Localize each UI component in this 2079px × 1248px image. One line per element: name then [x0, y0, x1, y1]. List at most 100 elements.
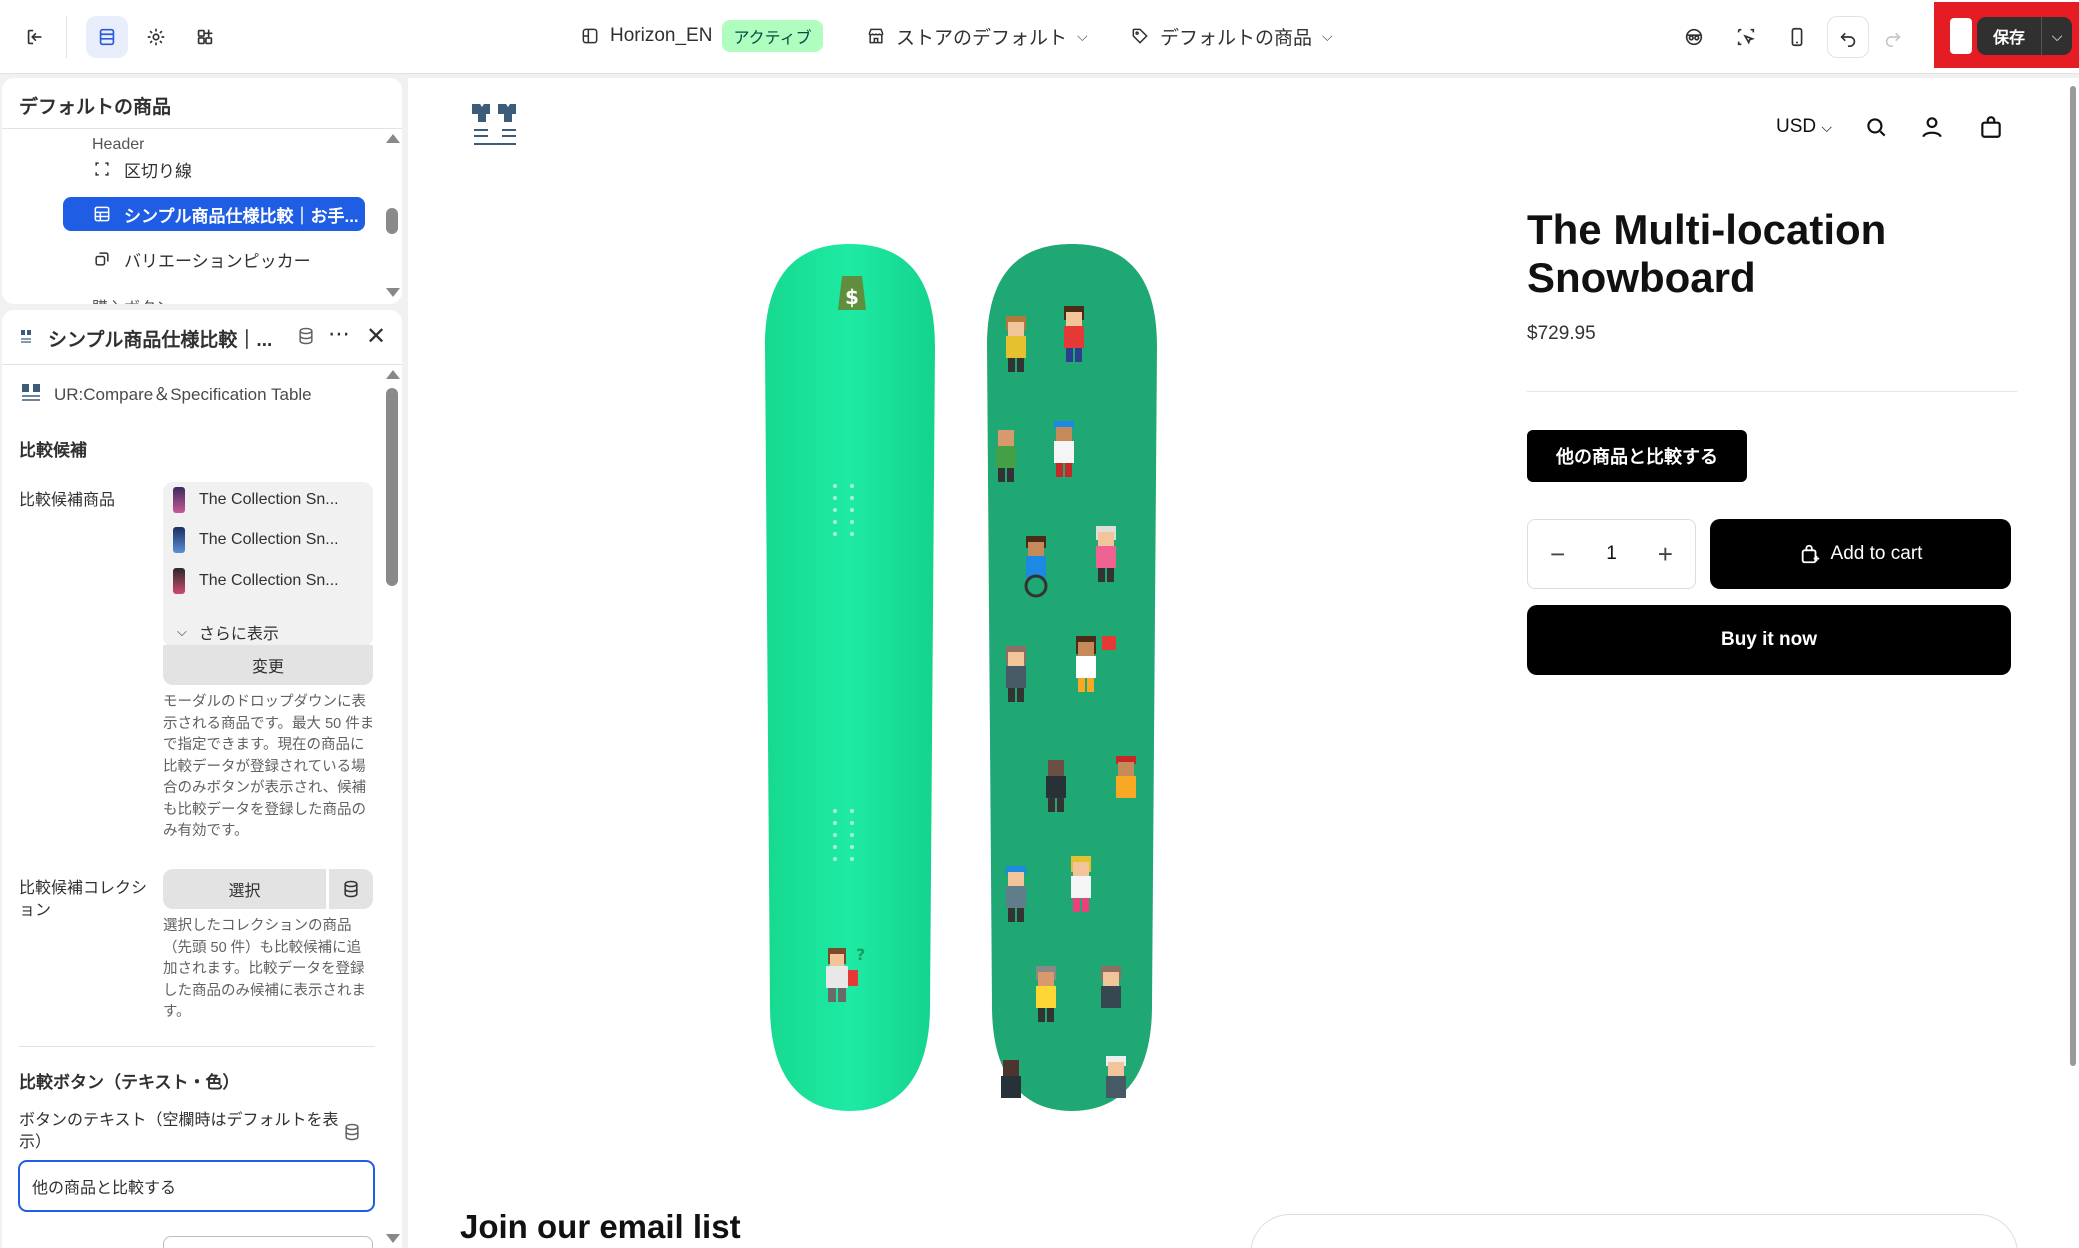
divider: [19, 1046, 375, 1047]
minus-icon[interactable]: −: [1550, 539, 1565, 570]
chevron-down-icon[interactable]: ⌵: [2042, 28, 2072, 45]
scroll-down-icon[interactable]: [386, 1234, 400, 1243]
database-icon[interactable]: [342, 1122, 362, 1142]
scrollbar-thumb[interactable]: [2070, 86, 2076, 1066]
divider: [1527, 391, 2017, 392]
tree-item-cut-bottom[interactable]: 購入ボタン: [92, 294, 172, 304]
add-to-cart-label: Add to cart: [1830, 543, 1923, 564]
product-name: The Collection Sn...: [199, 491, 339, 508]
search-icon[interactable]: [1863, 114, 1889, 140]
buy-now-button[interactable]: Buy it now: [1527, 605, 2011, 675]
preview-inspect-icon[interactable]: [1673, 16, 1715, 58]
tree-item-label: 区切り線: [124, 161, 192, 181]
theme-name: Horizon_EN: [610, 25, 713, 46]
panel-title: シンプル商品仕様比較｜...: [48, 330, 273, 351]
next-field[interactable]: [163, 1236, 373, 1248]
select-element-icon[interactable]: [1725, 16, 1767, 58]
store-logo[interactable]: [468, 100, 522, 154]
currency-selector[interactable]: USD ⌵: [1776, 116, 1832, 138]
close-icon[interactable]: ✕: [366, 322, 386, 351]
svg-text:$: $: [845, 285, 859, 309]
svg-text:?: ?: [856, 945, 865, 964]
database-icon: [344, 880, 358, 898]
app-block-icon: [21, 330, 31, 343]
product-price: $729.95: [1527, 323, 1596, 344]
tree-item-cut-top[interactable]: Header: [92, 136, 144, 150]
sections-icon[interactable]: [86, 16, 128, 58]
collection-source-button[interactable]: [329, 869, 373, 909]
show-more-button[interactable]: ⌵ さらに表示: [177, 620, 279, 644]
cart-icon[interactable]: [1978, 114, 2004, 140]
product-image-board-back[interactable]: [982, 236, 1162, 1116]
undo-icon[interactable]: [1827, 16, 1869, 58]
variant-icon: [95, 252, 109, 266]
scrollbar-thumb[interactable]: [386, 208, 398, 234]
theme-selector[interactable]: Horizon_EN アクティブ: [580, 18, 823, 54]
select-collection-button[interactable]: 選択: [163, 869, 326, 909]
quantity-value: 1: [1606, 543, 1617, 564]
exit-icon[interactable]: [14, 16, 56, 58]
product-title: The Multi-location Snowboard: [1527, 206, 1887, 301]
email-signup-box[interactable]: [1250, 1214, 2018, 1248]
candidate-products-list: The Collection Sn... The Collection Sn..…: [163, 482, 373, 647]
app-name: UR:Compare＆Specification Table: [54, 385, 312, 404]
chevron-down-icon: ⌵: [1821, 119, 1833, 135]
products-help-text: モーダルのドロップダウンに表示される商品です。最大 50 件まで指定できます。現…: [163, 694, 375, 839]
quantity-stepper[interactable]: − 1 +: [1527, 519, 1696, 589]
email-heading: Join our email list: [460, 1208, 741, 1245]
scroll-up-icon[interactable]: [386, 370, 400, 379]
settings-gear-icon[interactable]: [135, 16, 177, 58]
scroll-up-icon[interactable]: [386, 134, 400, 143]
product-name: The Collection Sn...: [199, 531, 339, 548]
store-default-dropdown[interactable]: ストアのデフォルト ⌵: [866, 18, 1088, 54]
save-button[interactable]: 保存 ⌵: [1977, 17, 2072, 55]
theme-icon: [582, 28, 598, 44]
cart-add-icon: [1801, 544, 1819, 564]
tree-item-compare-table[interactable]: シンプル商品仕様比較｜お手...: [63, 197, 365, 231]
app-link[interactable]: UR:Compare＆Specification Table: [20, 380, 312, 405]
currency-label: USD: [1776, 116, 1817, 137]
more-options-icon[interactable]: ⋯: [328, 321, 351, 347]
tree-item-label: バリエーションピッカー: [124, 251, 311, 271]
top-bar: Horizon_EN アクティブ ストアのデフォルト ⌵ デフォルトの商品 ⌵ …: [0, 0, 2079, 74]
tree-item-variant-picker[interactable]: バリエーションピッカー: [62, 242, 311, 276]
store-icon: [868, 28, 884, 44]
product-thumbnail: [173, 527, 185, 553]
divider: [2, 128, 402, 129]
account-icon[interactable]: [1919, 114, 1945, 140]
tree-title: デフォルトの商品: [19, 97, 172, 118]
tag-icon: [1132, 28, 1148, 44]
change-button[interactable]: 変更: [163, 645, 373, 685]
list-item[interactable]: The Collection Sn...: [173, 525, 339, 555]
product-thumbnail: [173, 568, 185, 594]
section-heading-candidates: 比較候補: [19, 441, 87, 460]
product-image-board-front[interactable]: $ ?: [760, 236, 940, 1116]
block-settings-panel: シンプル商品仕様比較｜... ⋯ ✕ UR:Compare＆Specificat…: [2, 310, 402, 1248]
panel-header: シンプル商品仕様比較｜... ⋯ ✕: [2, 310, 402, 364]
mobile-view-icon[interactable]: [1776, 16, 1818, 58]
chevron-down-icon: ⌵: [1322, 27, 1333, 44]
list-item[interactable]: The Collection Sn...: [173, 566, 339, 596]
scrollbar-thumb[interactable]: [386, 388, 398, 586]
show-more-label: さらに表示: [198, 626, 279, 643]
compare-button[interactable]: 他の商品と比較する: [1527, 430, 1747, 482]
apps-icon[interactable]: [184, 16, 226, 58]
button-text-input[interactable]: 他の商品と比較する: [18, 1160, 375, 1212]
divider: [2, 364, 402, 365]
save-button-label: 保存: [1992, 30, 2025, 47]
redo-icon[interactable]: [1872, 16, 1914, 58]
add-to-cart-button[interactable]: Add to cart: [1710, 519, 2011, 589]
plus-icon[interactable]: +: [1658, 539, 1673, 570]
tree-item-divider[interactable]: 区切り線: [62, 152, 192, 186]
collection-label: 比較候補コレクション: [19, 880, 148, 919]
template-dropdown[interactable]: デフォルトの商品 ⌵: [1130, 18, 1333, 54]
database-icon[interactable]: [296, 326, 316, 346]
status-badge: アクティブ: [722, 20, 823, 52]
section-tree-panel: デフォルトの商品 Header 区切り線 シンプル商品仕様比較｜お手... バリ…: [2, 78, 402, 304]
product-name: The Collection Sn...: [199, 572, 339, 589]
scroll-down-icon[interactable]: [386, 288, 400, 297]
list-item[interactable]: The Collection Sn...: [173, 485, 339, 515]
chevron-down-icon: ⌵: [177, 624, 187, 639]
tree-item-label: シンプル商品仕様比較｜お手...: [124, 206, 359, 226]
button-text-label: ボタンのテキスト（空欄時はデフォルトを表示）: [19, 1112, 339, 1151]
